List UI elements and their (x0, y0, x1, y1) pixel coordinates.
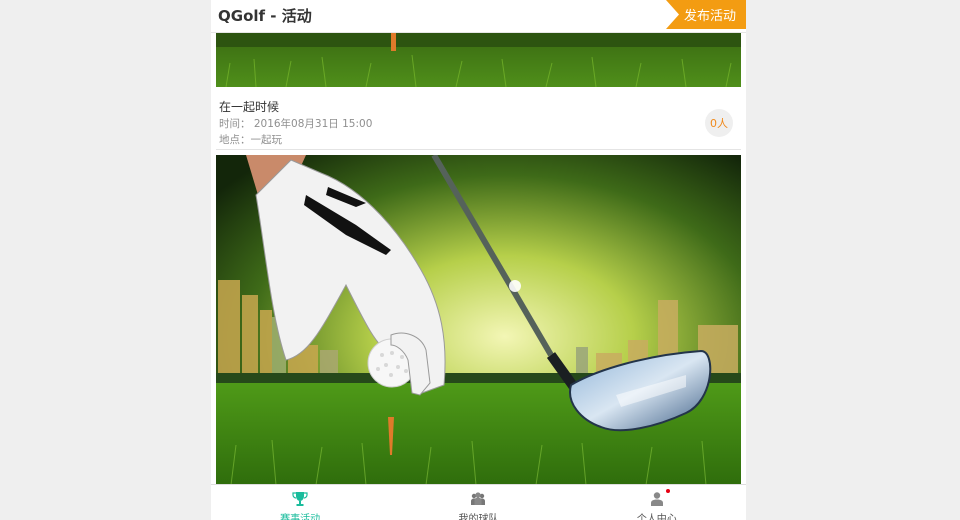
team-icon (470, 491, 486, 507)
tab-profile-label: 个人中心 (636, 514, 677, 520)
participant-count-badge: 0人 (705, 109, 733, 137)
event-location: 地点：一起玩 (219, 134, 282, 146)
notification-dot (665, 489, 670, 493)
tab-profile[interactable]: 个人中心 (568, 485, 746, 520)
tab-events[interactable]: 赛事活动 (211, 485, 389, 520)
event-card[interactable]: 在一起时候 时间： 2016年08月31日 15:00 地点：一起玩 0人 (216, 87, 741, 150)
event-time: 时间： 2016年08月31日 15:00 (219, 118, 373, 130)
bottom-tab-bar: 赛事活动 我的球队 个人中心 (211, 484, 746, 520)
app-container: QGolf - 活动 发布活动 在一起时候 时间： 2016年08月31日 15… (211, 0, 746, 520)
top-header: QGolf - 活动 发布活动 (211, 0, 746, 33)
golf-photo-image (216, 155, 741, 485)
tab-my-team[interactable]: 我的球队 (389, 485, 567, 520)
event-image-golf[interactable] (216, 155, 741, 485)
tab-events-label: 赛事活动 (280, 514, 321, 520)
person-icon (649, 491, 665, 507)
golf-grass-image (216, 33, 741, 87)
event-image[interactable] (216, 33, 741, 87)
page-title: QGolf - 活动 (218, 7, 312, 25)
tab-my-team-label: 我的球队 (458, 514, 499, 520)
publish-event-button[interactable]: 发布活动 (666, 0, 746, 29)
trophy-icon (292, 491, 308, 507)
event-title: 在一起时候 (219, 100, 280, 114)
